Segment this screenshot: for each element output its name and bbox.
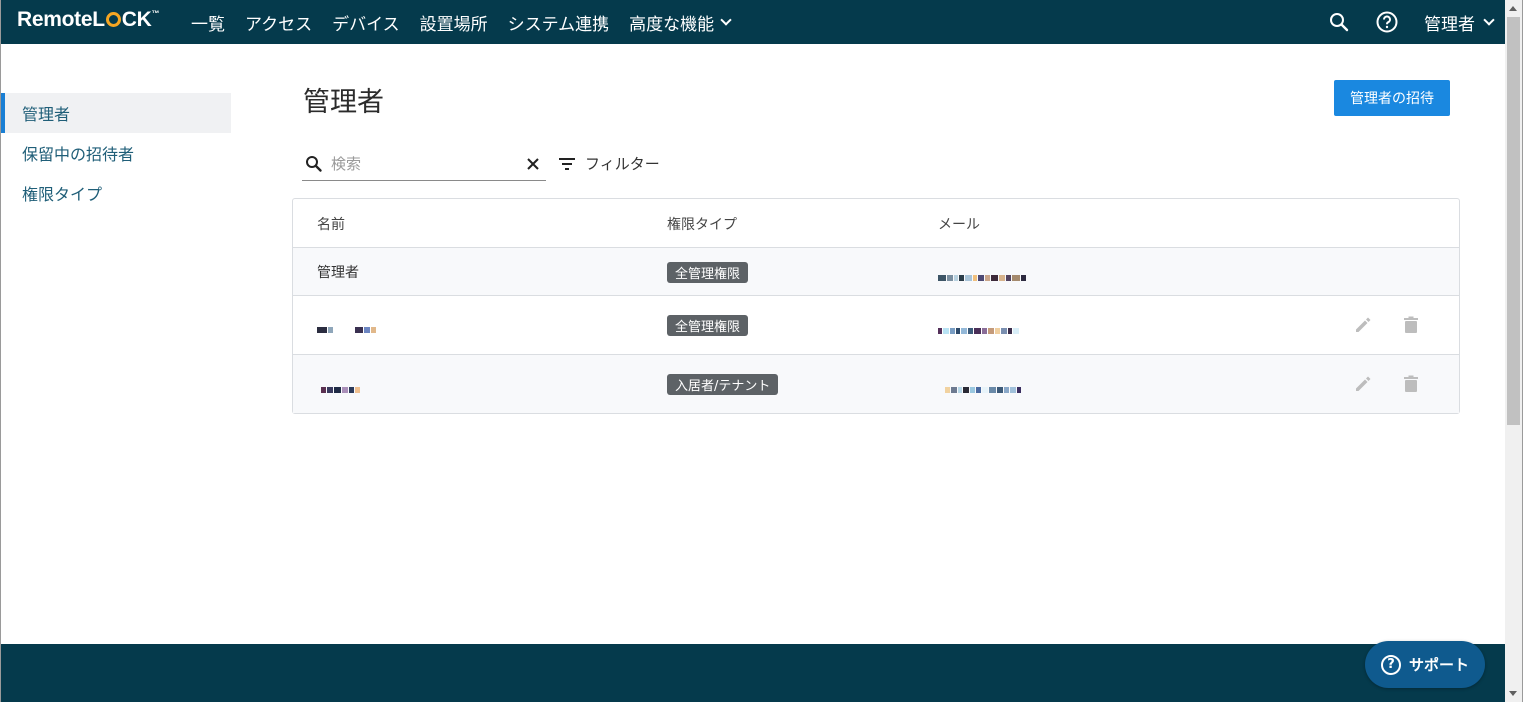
edit-icon[interactable] [1353,315,1373,335]
filter-icon [559,157,575,170]
user-menu-label: 管理者 [1424,14,1475,35]
sidebar-item-role-types[interactable]: 権限タイプ [1,173,231,213]
chevron-down-icon [1483,13,1495,26]
filter-label: フィルター [585,155,660,173]
scroll-up-arrow[interactable] [1509,6,1517,11]
support-label: サポート [1408,656,1469,674]
filter-button[interactable]: フィルター [558,153,660,174]
role-badge: 入居者/テナント [667,374,779,395]
table-row[interactable]: 入居者/テナント [293,355,1459,413]
role-badge: 全管理権限 [667,262,749,283]
logo-text: L [92,8,105,31]
help-icon: ? [1380,654,1401,675]
table-row[interactable]: 管理者 全管理権限 [293,248,1459,296]
nav-item-devices[interactable]: デバイス [332,10,400,35]
nav-item-access[interactable]: アクセス [245,10,312,35]
search-input[interactable] [331,155,511,173]
header-tools: 管理者 [1328,0,1495,44]
support-button[interactable]: ? サポート [1365,641,1485,688]
invite-admin-button[interactable]: 管理者の招待 [1334,80,1450,116]
top-navbar: RemoteL CK™ 一覧 アクセス デバイス 設置場所 システム連携 高度な機… [1,0,1505,44]
logo-text: CK [121,8,152,31]
table-row[interactable]: 全管理権限 [293,296,1459,355]
clear-search-icon[interactable] [525,156,541,172]
nav-item-advanced[interactable]: 高度な機能 [629,10,732,35]
scroll-down-arrow[interactable] [1509,691,1517,696]
page-title: 管理者 [303,87,384,118]
page-scrollbar[interactable] [1505,0,1522,702]
sidebar: 管理者 保留中の招待者 権限タイプ [1,93,231,213]
main-nav: 一覧 アクセス デバイス 設置場所 システム連携 高度な機能 [191,0,750,44]
role-badge: 全管理権限 [667,315,749,336]
nav-item-integrations[interactable]: システム連携 [508,10,610,35]
delete-icon[interactable] [1401,315,1421,335]
scroll-thumb[interactable] [1507,17,1520,425]
user-menu[interactable]: 管理者 [1424,10,1495,35]
logo-lock-o [105,12,121,27]
row-name: 管理者 [317,265,359,281]
nav-item-locations[interactable]: 設置場所 [420,10,488,35]
edit-icon[interactable] [1353,374,1373,394]
column-header-email[interactable]: メール [938,214,980,234]
table-header: 名前 権限タイプ メール [293,199,1459,248]
logo-text: Remote [17,8,93,31]
column-header-name[interactable]: 名前 [317,214,345,234]
nav-item-advanced-label: 高度な機能 [629,14,715,35]
search-icon[interactable] [1328,11,1350,33]
redacted-email [938,320,1020,334]
redacted-email [945,379,1022,393]
column-header-role[interactable]: 権限タイプ [667,214,737,234]
search-box [302,148,546,181]
sidebar-item-pending-invites[interactable]: 保留中の招待者 [1,133,231,173]
redacted-name [321,379,361,393]
redacted-email [938,267,1027,281]
delete-icon[interactable] [1401,374,1421,394]
page-footer [1,644,1505,702]
search-icon [306,156,322,172]
admins-table: 名前 権限タイプ メール 管理者 全管理権限 全管理権限 入居者/テナント [292,198,1460,414]
nav-item-overview[interactable]: 一覧 [191,10,225,35]
sidebar-item-admins[interactable]: 管理者 [1,93,231,133]
remotelock-logo[interactable]: RemoteL CK™ [17,8,159,32]
redacted-name [317,319,377,333]
chevron-down-icon [720,13,732,26]
help-icon[interactable] [1376,11,1398,33]
logo-trademark: ™ [151,9,160,18]
